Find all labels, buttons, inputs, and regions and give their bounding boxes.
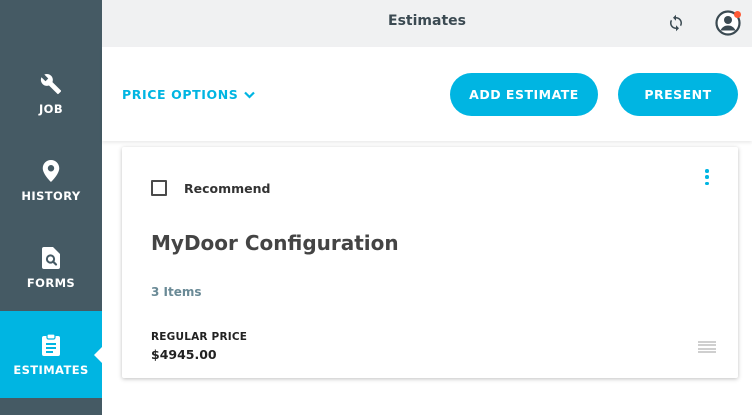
card-menu-button[interactable] <box>700 167 714 187</box>
drag-handle-icon[interactable] <box>698 341 716 353</box>
sidebar-item-estimates[interactable]: ESTIMATES <box>0 311 102 398</box>
top-header: Estimates <box>102 0 752 47</box>
map-pin-icon <box>39 159 63 183</box>
kebab-menu-icon <box>705 175 709 179</box>
price-options-dropdown[interactable]: PRICE OPTIONS <box>122 87 256 102</box>
recommend-checkbox[interactable] <box>151 180 167 196</box>
kebab-menu-icon <box>705 169 709 173</box>
notification-dot <box>734 11 741 18</box>
sidebar-item-job[interactable]: JOB <box>0 50 102 137</box>
estimate-card: Recommend MyDoor Configuration 3 Items R… <box>122 147 738 378</box>
sync-button[interactable] <box>664 11 688 35</box>
sidebar-item-history[interactable]: HISTORY <box>0 137 102 224</box>
add-estimate-button[interactable]: ADD ESTIMATE <box>450 73 598 116</box>
item-count: 3 Items <box>151 285 202 299</box>
kebab-menu-icon <box>705 181 709 185</box>
sidebar-item-label: ESTIMATES <box>13 362 89 377</box>
sidebar-item-label: HISTORY <box>21 188 81 203</box>
user-account-button[interactable] <box>714 9 742 37</box>
sidebar-item-label: FORMS <box>26 275 76 290</box>
app-root: JOB HISTORY FORMS ESTIMATES Estimates PR… <box>0 0 752 415</box>
sync-icon <box>667 14 685 32</box>
present-button[interactable]: PRESENT <box>618 73 738 116</box>
sidebar-item-forms[interactable]: FORMS <box>0 224 102 311</box>
sidebar-item-label: JOB <box>38 101 64 116</box>
page-title: Estimates <box>388 13 466 29</box>
wrench-icon <box>39 72 63 96</box>
recommend-label: Recommend <box>184 181 271 196</box>
estimate-title: MyDoor Configuration <box>151 231 399 255</box>
price-options-label: PRICE OPTIONS <box>122 87 239 102</box>
document-search-icon <box>39 246 63 270</box>
regular-price-value: $4945.00 <box>151 347 217 362</box>
sidebar: JOB HISTORY FORMS ESTIMATES <box>0 0 102 415</box>
regular-price-label: REGULAR PRICE <box>151 331 248 343</box>
clipboard-icon <box>39 333 63 357</box>
chevron-down-icon <box>244 91 256 99</box>
estimates-toolbar: PRICE OPTIONS ADD ESTIMATE PRESENT <box>102 47 752 141</box>
